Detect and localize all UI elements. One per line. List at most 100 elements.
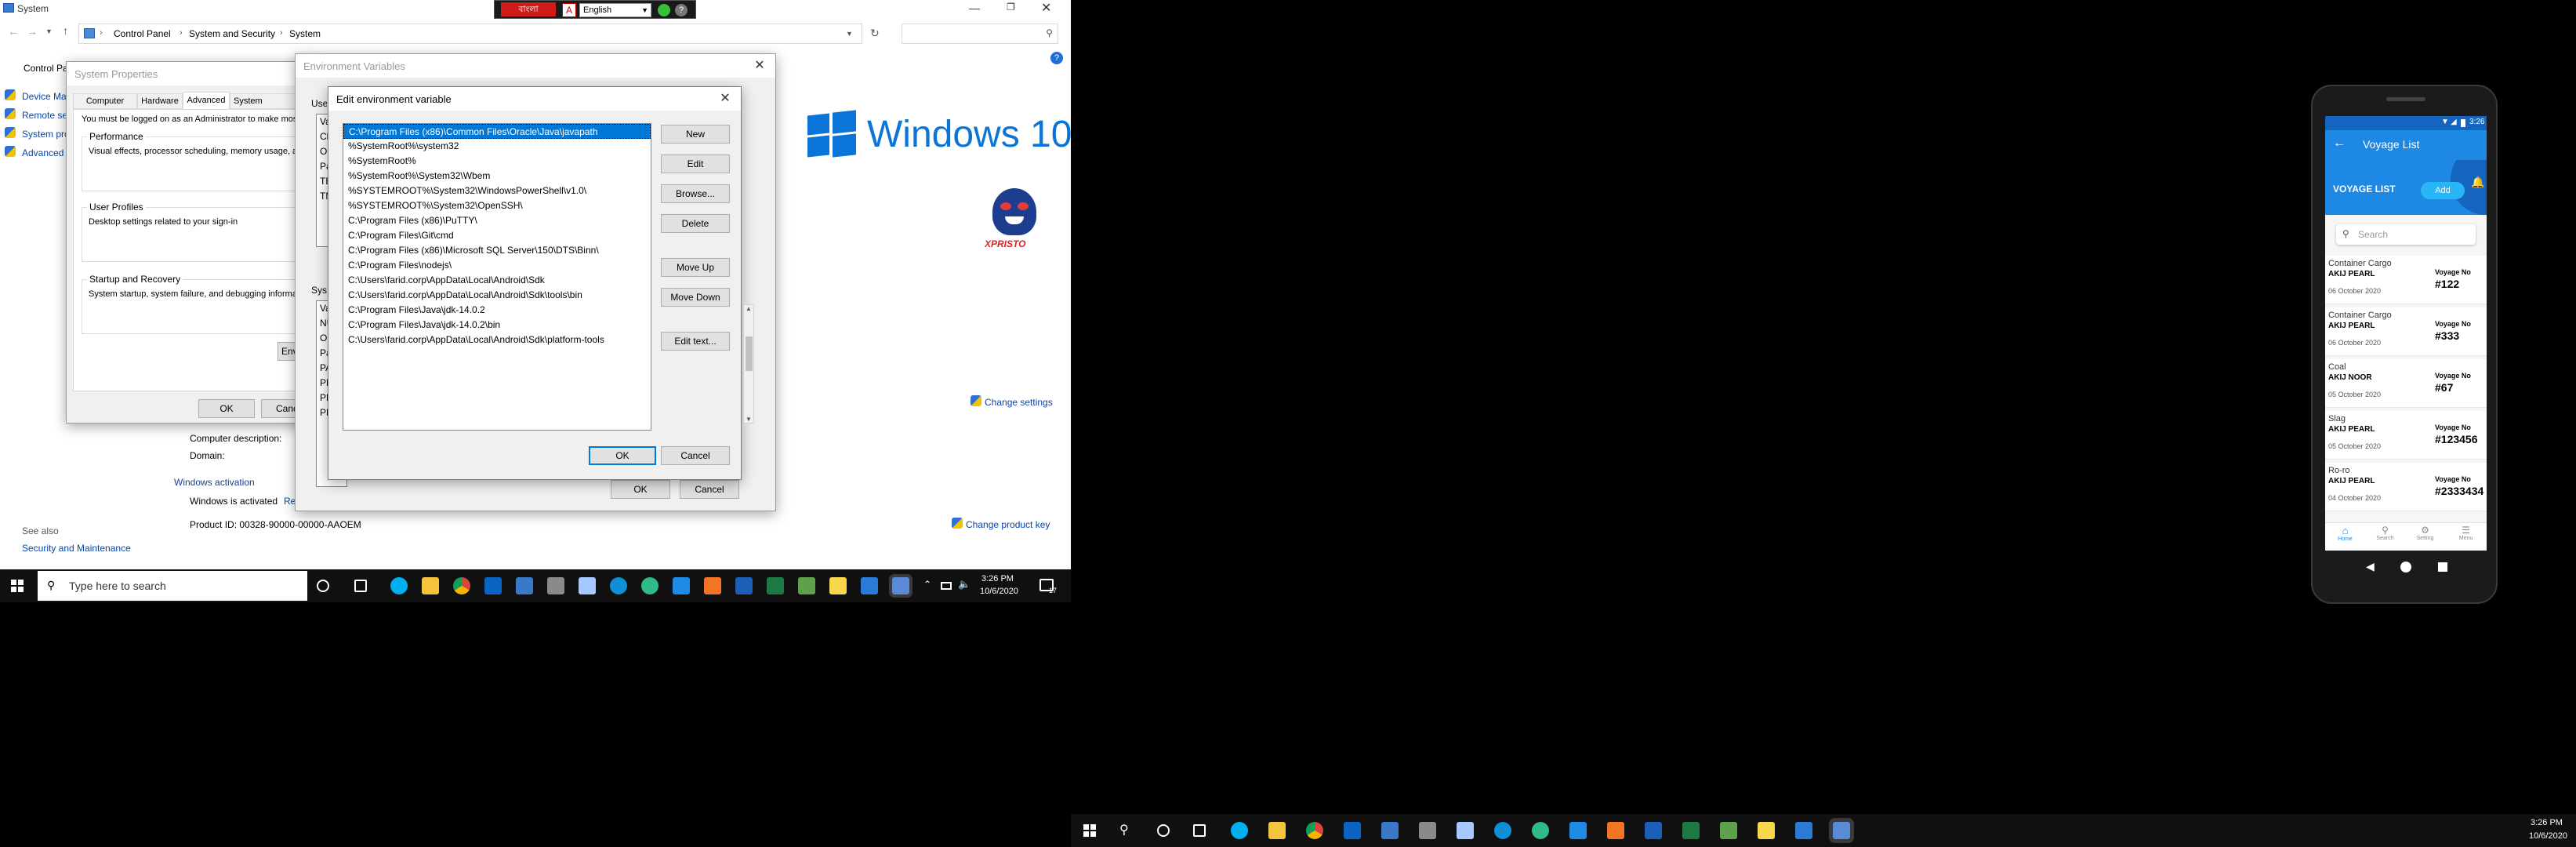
path-entry-row[interactable]: C:\Users\farid.corp\AppData\Local\Androi… (343, 333, 651, 347)
tab-hardware[interactable]: Hardware (137, 93, 183, 109)
notes-icon[interactable] (579, 577, 596, 594)
maximize-icon[interactable]: ❐ (1007, 2, 1015, 13)
edit-env-ok-button[interactable]: OK (589, 446, 656, 465)
outlook-icon[interactable] (484, 577, 502, 594)
network-icon[interactable] (941, 582, 952, 590)
path-entry-row[interactable]: %SYSTEMROOT%\System32\OpenSSH\ (343, 198, 651, 213)
change-settings-link[interactable]: Change settings (985, 397, 1053, 408)
path-entry-row[interactable]: C:\Program Files\Git\cmd (343, 228, 651, 243)
taskbar-right-time[interactable]: 3:26 PM (2531, 818, 2563, 827)
voyage-card[interactable]: Container Cargo AKIJ PEARL 06 October 20… (2325, 256, 2487, 304)
path-entry-row[interactable]: C:\Program Files (x86)\Common Files\Orac… (343, 124, 651, 139)
bell-icon[interactable]: 🔔 (2471, 176, 2484, 189)
edge-icon[interactable] (1494, 822, 1511, 839)
taskbar-left-time[interactable]: 3:26 PM (981, 574, 1014, 583)
path-entry-row[interactable]: C:\Users\farid.corp\AppData\Local\Androi… (343, 288, 651, 303)
control-panel-task-icon[interactable] (1833, 822, 1850, 839)
address-bar[interactable]: › Control Panel › System and Security › … (78, 24, 862, 44)
path-entry-row[interactable]: %SYSTEMROOT%\System32\WindowsPowerShell\… (343, 184, 651, 198)
file-explorer-icon[interactable] (1268, 822, 1286, 839)
change-product-key-link[interactable]: Change product key (966, 519, 1050, 530)
edge-icon[interactable] (610, 577, 627, 594)
chrome-icon[interactable] (1306, 822, 1323, 839)
scroll-down-icon[interactable]: ▼ (746, 416, 752, 423)
android-home-icon[interactable] (2400, 562, 2411, 573)
move-up-button[interactable]: Move Up (661, 258, 730, 277)
nodejs-icon[interactable] (798, 577, 815, 594)
path-entry-row[interactable]: %SystemRoot%\System32\Wbem (343, 169, 651, 184)
mail-icon[interactable] (1795, 822, 1812, 839)
path-entry-row[interactable]: C:\Program Files (x86)\PuTTY\ (343, 213, 651, 228)
tab-system-protection[interactable]: System Protection (230, 93, 300, 109)
smiley-icon[interactable] (658, 4, 670, 16)
sticky-notes-icon[interactable] (1758, 822, 1775, 839)
scroll-thumb[interactable] (746, 336, 753, 371)
path-entry-row[interactable]: C:\Program Files\Java\jdk-14.0.2 (343, 303, 651, 318)
task-view-icon[interactable] (354, 580, 367, 592)
path-entry-row[interactable]: %SystemRoot%\system32 (343, 139, 651, 154)
address-dropdown-icon[interactable]: ▼ (846, 30, 853, 38)
close-icon[interactable]: ✕ (750, 57, 769, 75)
browse-button[interactable]: Browse... (661, 184, 730, 203)
tab-advanced[interactable]: Advanced (183, 92, 230, 109)
breadcrumb-system-security[interactable]: System and Security (189, 28, 275, 39)
android-back-icon[interactable]: ◀ (2366, 560, 2375, 573)
database-icon[interactable] (547, 577, 564, 594)
nodejs-icon[interactable] (1720, 822, 1737, 839)
up-arrow-icon[interactable]: ↑ (63, 24, 68, 37)
security-maintenance-link[interactable]: Security and Maintenance (22, 543, 131, 554)
vscode-icon[interactable] (673, 577, 690, 594)
powershell-icon[interactable] (735, 577, 753, 594)
volume-icon[interactable]: 🔈 (958, 578, 971, 591)
path-entry-row[interactable]: C:\Program Files (x86)\Microsoft SQL Ser… (343, 243, 651, 258)
task-view-icon[interactable] (1193, 824, 1206, 837)
voyage-card[interactable]: Coal AKIJ NOOR 05 October 2020 Voyage No… (2325, 359, 2487, 408)
gitkraken-icon[interactable] (641, 577, 659, 594)
system-properties-ok-button[interactable]: OK (198, 399, 255, 418)
explorer-search-input[interactable]: ⚲ (902, 24, 1058, 44)
taskbar-left-date[interactable]: 10/6/2020 (980, 587, 1018, 596)
env-vars-cancel-button[interactable]: Cancel (680, 480, 739, 499)
path-entries-list[interactable]: C:\Program Files (x86)\Common Files\Orac… (343, 123, 651, 431)
minimize-icon[interactable]: — (969, 2, 980, 14)
gitkraken-icon[interactable] (1532, 822, 1549, 839)
close-icon[interactable]: ✕ (716, 90, 735, 107)
tab-computer-name[interactable]: Computer Name (73, 93, 137, 120)
font-icon[interactable]: A (562, 3, 576, 17)
powershell-icon[interactable] (1645, 822, 1662, 839)
back-arrow-icon[interactable]: ← (2333, 136, 2346, 151)
bangla-keyboard-label[interactable]: বাংলা (501, 2, 556, 16)
file-explorer-icon[interactable] (422, 577, 439, 594)
path-entry-row[interactable]: C:\Users\farid.corp\AppData\Local\Androi… (343, 273, 651, 288)
move-down-button[interactable]: Move Down (661, 288, 730, 307)
taskbar-right-date[interactable]: 10/6/2020 (2529, 831, 2567, 841)
skype-icon[interactable] (1231, 822, 1248, 839)
breadcrumb-system[interactable]: System (289, 28, 321, 39)
breadcrumb-control-panel[interactable]: Control Panel (114, 28, 171, 39)
scroll-up-icon[interactable]: ▲ (746, 305, 752, 312)
close-icon[interactable]: ✕ (1041, 0, 1051, 16)
vscode-icon[interactable] (1569, 822, 1587, 839)
nav-menu[interactable]: ☰ Menu (2445, 523, 2487, 551)
nav-home[interactable]: ⌂ Home (2325, 523, 2365, 551)
voyage-card[interactable]: Container Cargo AKIJ PEARL 06 October 20… (2325, 307, 2487, 356)
xampp-icon[interactable] (704, 577, 721, 594)
voyage-card[interactable]: Ro-ro AKIJ PEARL 04 October 2020 Voyage … (2325, 463, 2487, 511)
notes-icon[interactable] (1457, 822, 1474, 839)
add-button[interactable]: Add (2421, 182, 2465, 199)
recent-dropdown-icon[interactable]: ▼ (45, 27, 53, 35)
taskbar-search-input[interactable]: ⚲ Type here to search (38, 571, 307, 601)
cortana-icon[interactable] (1157, 824, 1170, 837)
path-entry-row[interactable]: C:\Program Files\nodejs\ (343, 258, 651, 273)
phone-search-input[interactable]: ⚲ Search (2336, 224, 2476, 245)
system-vars-scrollbar[interactable]: ▲ ▼ (743, 304, 754, 424)
env-vars-ok-button[interactable]: OK (611, 480, 670, 499)
cortana-icon[interactable] (317, 580, 329, 592)
voyage-card[interactable]: Slag AKIJ PEARL 05 October 2020 Voyage N… (2325, 411, 2487, 460)
chrome-icon[interactable] (453, 577, 470, 594)
start-windows-icon[interactable] (11, 580, 24, 592)
edit-button[interactable]: Edit (661, 154, 730, 173)
refresh-icon[interactable]: ↻ (870, 27, 880, 40)
app-window-icon[interactable] (516, 577, 533, 594)
new-button[interactable]: New (661, 125, 730, 144)
